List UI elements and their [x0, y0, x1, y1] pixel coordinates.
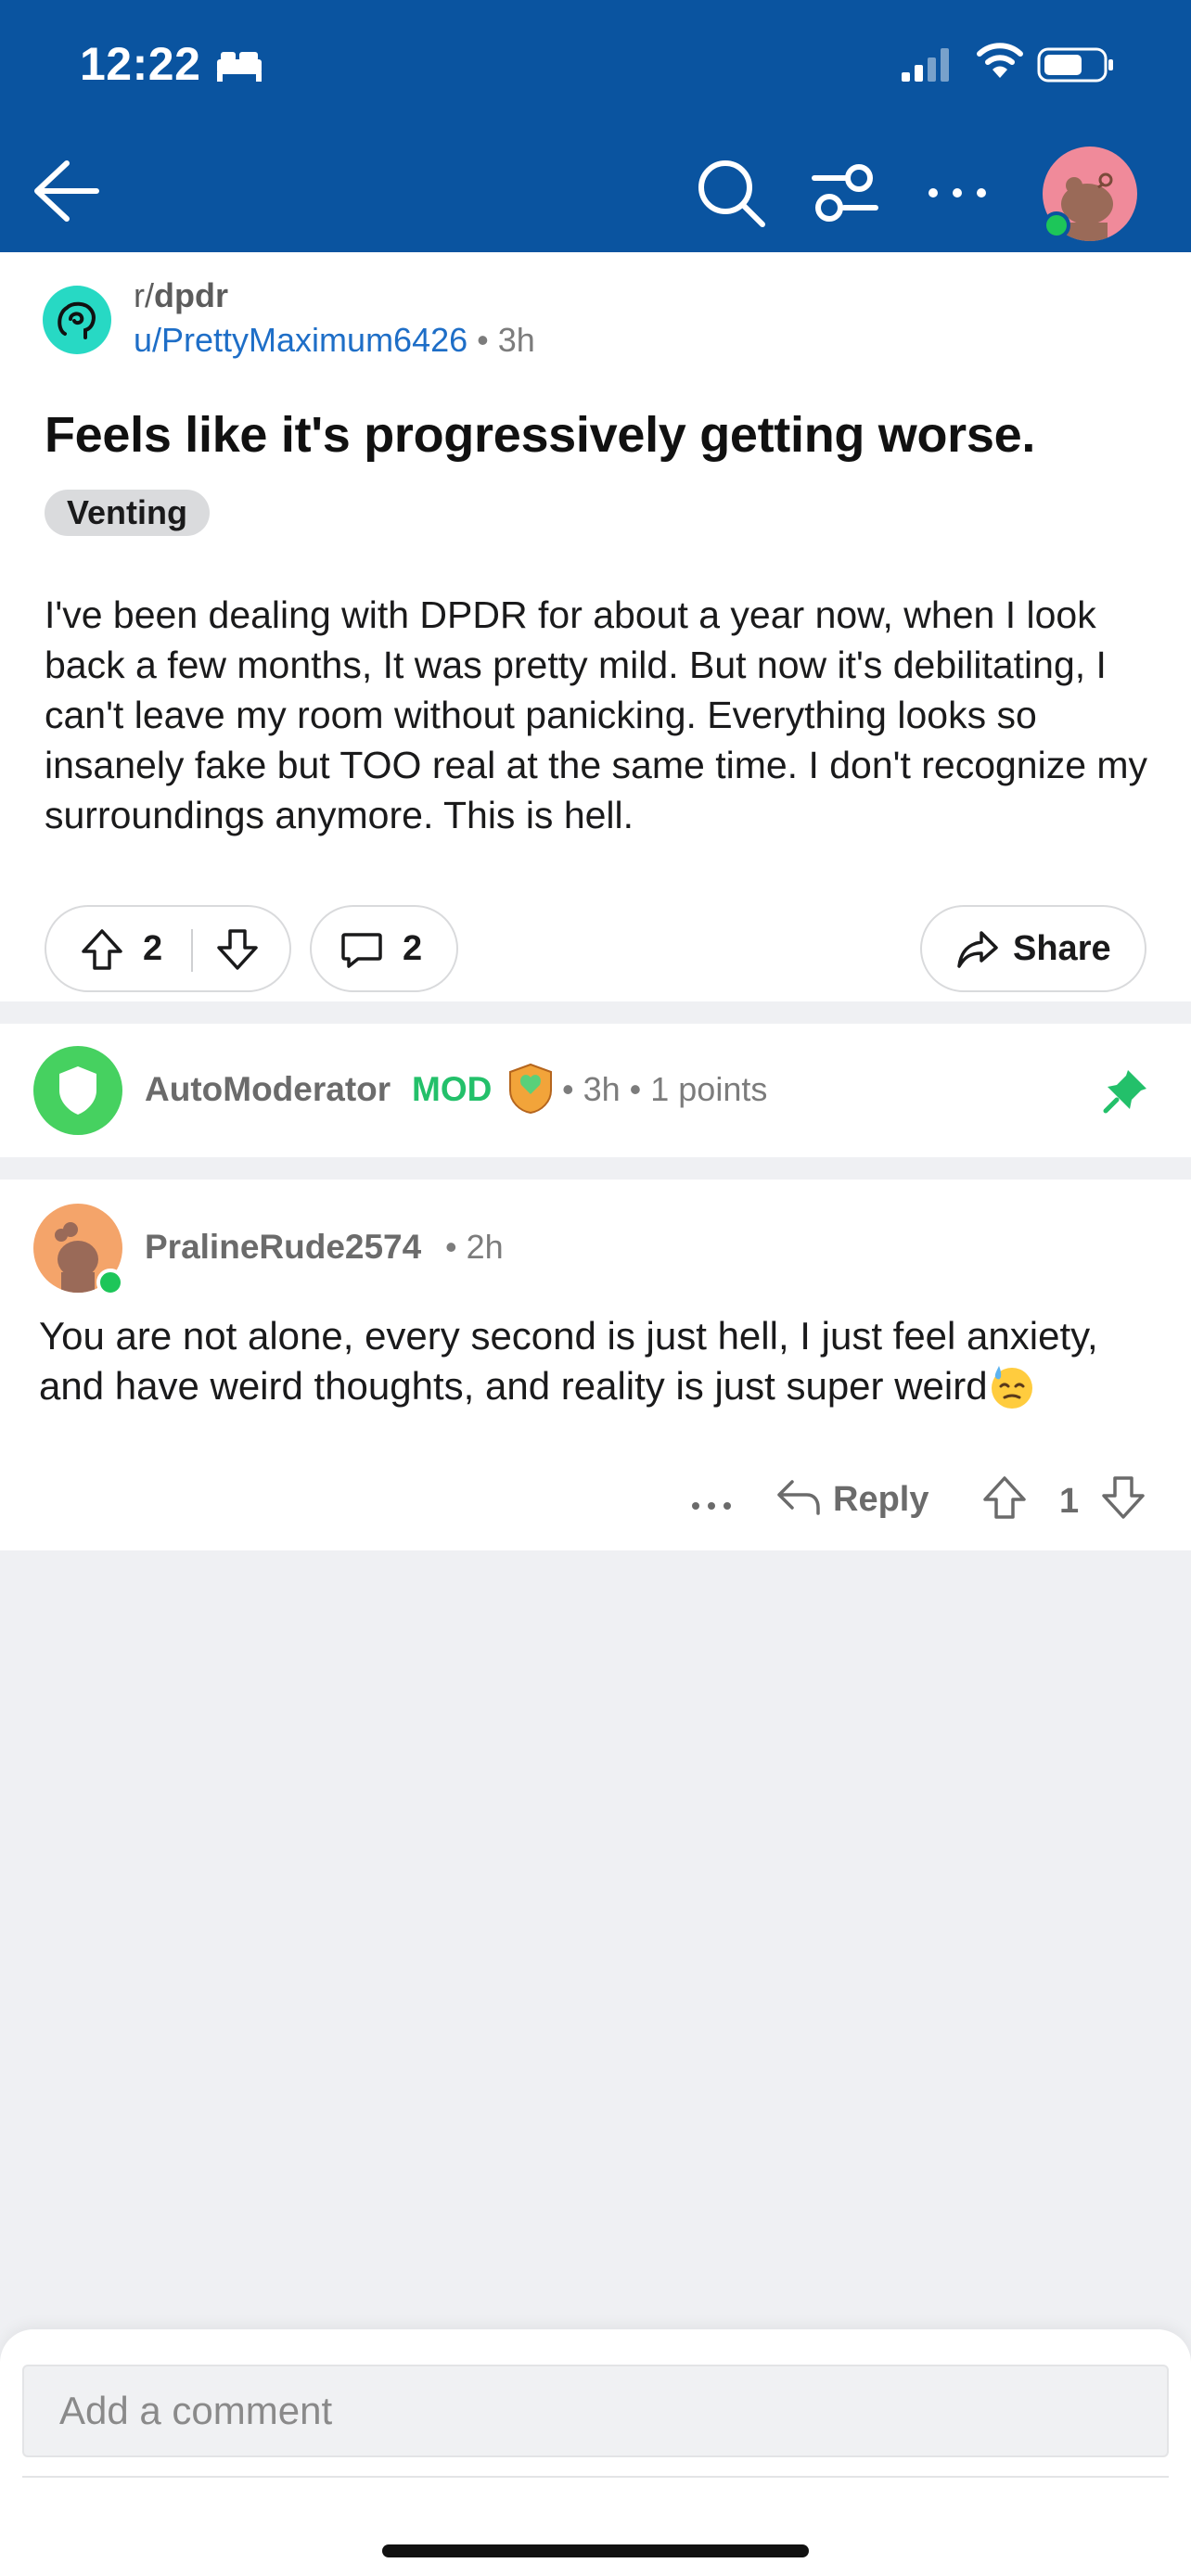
battery-icon [1037, 47, 1113, 83]
comment-item: PralineRude2574 • 2h You are not alone, … [0, 1180, 1191, 1550]
share-button[interactable]: Share [920, 905, 1146, 992]
post-meta: u/PrettyMaximum6426 • 3h [134, 321, 535, 360]
top-bar: 12:22 [0, 0, 1191, 252]
comment-author[interactable]: PralineRude2574 [145, 1228, 421, 1267]
brain-icon [58, 301, 96, 339]
upvote-button[interactable] [80, 927, 124, 972]
downvote-button[interactable] [215, 927, 260, 972]
composer-divider [22, 2476, 1169, 2478]
comment-count: 2 [403, 929, 423, 968]
mod-tag: MOD [412, 1070, 493, 1108]
online-status-dot [1043, 211, 1070, 239]
search-button[interactable] [694, 156, 768, 230]
post-title: Feels like it's progressively getting wo… [45, 407, 1036, 463]
automoderator-comment-row[interactable]: AutoModerator MOD • 3h • 1 points [0, 1024, 1191, 1157]
comment-body: You are not alone, every second is just … [39, 1311, 1161, 1411]
shield-icon [59, 1066, 96, 1115]
vote-divider [191, 929, 193, 972]
comments-button[interactable]: 2 [310, 905, 458, 992]
meta-separator: • [477, 321, 489, 359]
downcast-face-sweat-emoji-icon [991, 1366, 1032, 1409]
comment-more-button[interactable] [688, 1495, 735, 1517]
filter-button[interactable] [807, 158, 881, 228]
share-arrow-icon [957, 931, 998, 968]
post-flair[interactable]: Venting [45, 490, 211, 536]
wifi-icon [977, 43, 1023, 78]
vote-control: 2 [45, 905, 291, 992]
reply-arrow-icon[interactable] [775, 1476, 822, 1517]
speech-bubble-icon [341, 933, 382, 968]
home-indicator[interactable] [382, 2544, 809, 2557]
post-card: r/dpdr u/PrettyMaximum6426 • 3h Feels li… [0, 252, 1191, 1001]
automoderator-name[interactable]: AutoModerator [145, 1070, 391, 1109]
automoderator-avatar[interactable] [33, 1046, 122, 1135]
subreddit-icon[interactable] [43, 286, 111, 354]
comment-score: 1 [1059, 1482, 1080, 1521]
subreddit-name[interactable]: r/dpdr [134, 276, 228, 315]
share-label: Share [1013, 929, 1111, 968]
vote-count: 2 [143, 929, 163, 968]
subreddit-label: dpdr [154, 276, 228, 314]
more-options-button[interactable] [922, 165, 992, 221]
cellular-signal-icon [902, 48, 949, 82]
pin-icon [1103, 1070, 1146, 1114]
add-comment-input[interactable] [22, 2365, 1169, 2457]
reply-button[interactable]: Reply [833, 1480, 928, 1520]
comment-meta: • 2h [445, 1228, 504, 1266]
mod-badge-icon [509, 1063, 552, 1115]
status-time: 12:22 [80, 38, 201, 90]
post-body: I've been dealing with DPDR for about a … [45, 593, 1148, 836]
back-button[interactable] [28, 156, 102, 226]
comment-upvote-button[interactable] [981, 1474, 1028, 1521]
automoderator-meta: • 3h • 1 points [562, 1070, 768, 1108]
subreddit-prefix: r/ [134, 276, 154, 314]
sleep-mode-icon [217, 52, 262, 82]
post-age: 3h [497, 321, 535, 359]
comment-composer [0, 2329, 1191, 2576]
post-author-link[interactable]: u/PrettyMaximum6426 [134, 321, 467, 359]
comment-downvote-button[interactable] [1100, 1474, 1146, 1521]
comment-text: You are not alone, every second is just … [39, 1314, 1098, 1408]
online-status-dot [96, 1269, 124, 1296]
